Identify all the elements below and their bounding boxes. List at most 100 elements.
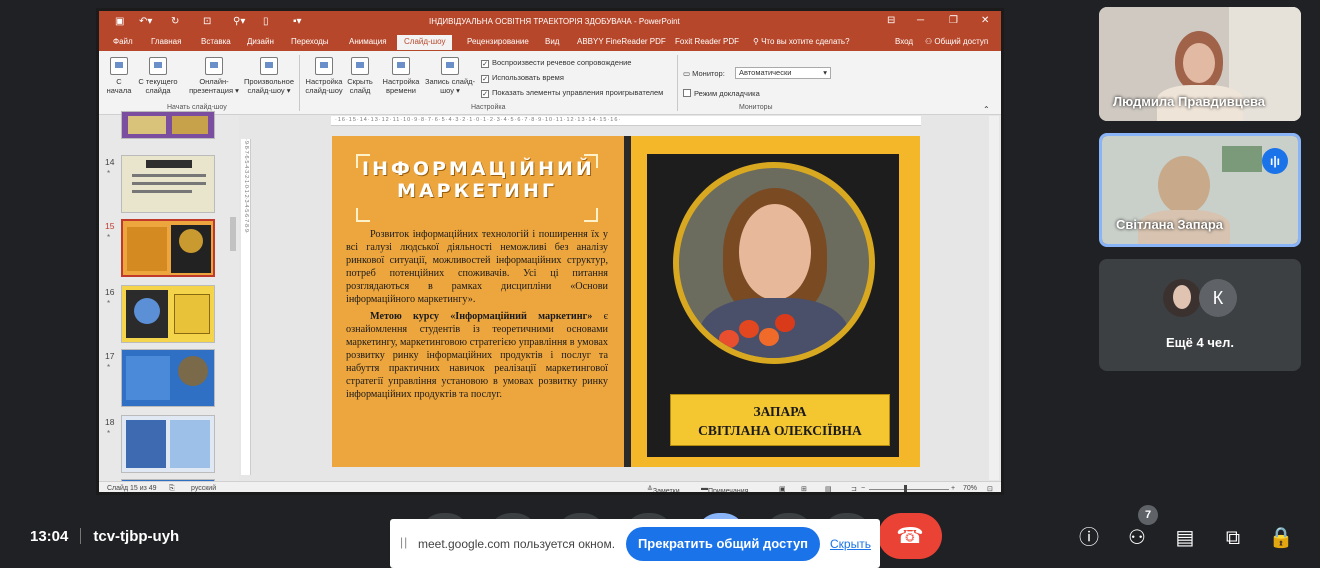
tab-design[interactable]: Дизайн xyxy=(247,37,274,46)
redo-icon[interactable]: ↻ xyxy=(171,16,179,27)
editor-scrollbar[interactable] xyxy=(989,116,999,480)
comments-button[interactable]: ▬ Примечания xyxy=(701,485,748,492)
reading-view-icon[interactable]: ▤ xyxy=(825,485,832,492)
share-button[interactable]: ⚇ Общий доступ xyxy=(925,37,988,46)
save-icon[interactable]: ▣ xyxy=(115,16,124,27)
close-icon[interactable]: ✕ xyxy=(981,15,989,26)
presenter-name-box: ЗАПАРА СВІТЛАНА ОЛЕКСІЇВНА xyxy=(670,394,890,446)
participant-tile-2-speaking[interactable]: ı|ı Світлана Запара xyxy=(1099,133,1301,247)
ribbon-divider xyxy=(299,55,300,111)
tab-review[interactable]: Рецензирование xyxy=(467,37,529,46)
tab-foxit[interactable]: Foxit Reader PDF xyxy=(675,37,739,46)
notes-button[interactable]: ≙ Заметки xyxy=(647,485,680,492)
zoom-out-icon[interactable]: − xyxy=(861,485,865,492)
participant-name: Людмила Правдивцева xyxy=(1113,94,1266,109)
info-icon[interactable]: ⓘ xyxy=(1074,523,1104,553)
ribbon-tabs: Файл Главная Вставка Дизайн Переходы Ани… xyxy=(99,33,1001,51)
thumbnail-17[interactable] xyxy=(121,349,215,407)
setup-icon xyxy=(315,57,333,75)
ppt-status-bar: Слайд 15 из 49 ⎘ русский ≙ Заметки ▬ При… xyxy=(99,481,1001,492)
audio-wave-icon: ı|ı xyxy=(1262,148,1288,174)
tell-me-search[interactable]: ⚲ Что вы хотите сделать? xyxy=(753,37,850,46)
fit-slide-icon[interactable]: ⊡ xyxy=(987,485,993,492)
more-participants-label: Ещё 4 чел. xyxy=(1166,335,1234,350)
stop-sharing-button[interactable]: Прекратить общий доступ xyxy=(626,527,820,561)
tab-animation[interactable]: Анимация xyxy=(349,37,387,46)
undo-icon[interactable]: ↶▾ xyxy=(139,16,152,27)
zoom-slider-knob[interactable] xyxy=(904,485,907,492)
thumbnail-16[interactable] xyxy=(121,285,215,343)
chat-icon[interactable]: ▤ xyxy=(1170,523,1200,553)
thumbnail-15-selected[interactable] xyxy=(121,219,215,277)
people-icon[interactable]: ⚇ xyxy=(1122,523,1152,553)
hang-up-button[interactable]: ☎ xyxy=(878,513,942,559)
from-start-button[interactable]: Сначала xyxy=(105,57,133,95)
rehearse-timings-button[interactable]: Настройка времени xyxy=(379,57,423,95)
meeting-code[interactable]: tcv-tjbp-uyh xyxy=(93,528,179,545)
zoom-in-icon[interactable]: + xyxy=(951,485,955,492)
hide-slide-button[interactable]: Скрыть слайд xyxy=(345,57,375,95)
participant-tile-1[interactable]: Людмила Правдивцева xyxy=(1099,7,1301,121)
scroll-thumb[interactable] xyxy=(230,217,236,251)
tab-home[interactable]: Главная xyxy=(151,37,181,46)
customize-icon[interactable]: ▪▾ xyxy=(293,16,302,27)
monitor-icon-label: ▭ Монитор: xyxy=(683,69,725,78)
slide-title: ІНФОРМАЦІЙНИЙ МАРКЕТИНГ xyxy=(362,158,595,202)
ribbon-options-icon[interactable]: ⊟ xyxy=(887,15,895,26)
drag-handle-icon[interactable]: || xyxy=(400,535,408,549)
tell-me-text: Что вы хотите сделать? xyxy=(761,37,850,46)
collapse-ribbon-icon[interactable]: ⌃ xyxy=(983,105,990,114)
language-indicator[interactable]: русский xyxy=(191,485,216,492)
narration-checkbox[interactable]: ✓ Воспроизвести речевое сопровождение xyxy=(481,58,631,68)
slide-paragraph-2: Метою курсу «Інформаційний маркетинг» є … xyxy=(346,311,609,400)
new-doc-icon[interactable]: ▯ xyxy=(263,16,269,27)
more-participants-tile[interactable]: К Ещё 4 чел. xyxy=(1099,259,1301,371)
tab-file[interactable]: Файл xyxy=(113,37,133,46)
login-link[interactable]: Вход xyxy=(895,37,913,46)
timings-checkbox[interactable]: ✓ Использовать время xyxy=(481,73,564,83)
participant-avatar: К xyxy=(1199,279,1237,317)
thumbnail-13[interactable] xyxy=(121,111,215,139)
activities-icon[interactable]: ⧉ xyxy=(1218,523,1248,553)
chevron-down-icon: ▾ xyxy=(823,68,827,77)
player-controls-checkbox[interactable]: ✓ Показать элементы управления проигрыват… xyxy=(481,88,663,98)
thumbnail-18[interactable] xyxy=(121,415,215,473)
restore-icon[interactable]: ❐ xyxy=(949,15,958,26)
frame-corner xyxy=(356,208,370,222)
zoom-slider[interactable] xyxy=(869,489,949,490)
people-count-badge: 7 xyxy=(1138,505,1158,525)
slideshow-view-icon[interactable]: ⊐ xyxy=(851,485,857,492)
frame-corner xyxy=(584,208,598,222)
tab-insert[interactable]: Вставка xyxy=(201,37,231,46)
tab-abbyy[interactable]: ABBYY FineReader PDF xyxy=(577,37,666,46)
tab-view[interactable]: Вид xyxy=(545,37,559,46)
current-slide[interactable]: ІНФОРМАЦІЙНИЙ МАРКЕТИНГ Розвиток інформа… xyxy=(332,136,920,467)
play-current-icon xyxy=(149,57,167,75)
record-slideshow-button[interactable]: Запись слайд-шоу ▾ xyxy=(423,57,477,95)
setup-slideshow-button[interactable]: Настройка слайд-шоу xyxy=(303,57,345,95)
portrait-photo xyxy=(679,168,869,358)
minimize-icon[interactable]: ─ xyxy=(917,15,924,26)
slide-thumbnails-pane: 14 * 15 * 16 * 17 * 18 * xyxy=(99,111,239,491)
host-controls-icon[interactable]: 🔒 xyxy=(1266,523,1296,553)
from-current-button[interactable]: С текущего слайда xyxy=(135,57,181,95)
microphone-icon[interactable]: ⚲▾ xyxy=(233,16,245,27)
monitor-select[interactable]: Автоматически ▾ xyxy=(735,67,831,79)
slide-sorter-icon[interactable]: ⊞ xyxy=(801,485,807,492)
presenter-view-checkbox[interactable]: Режим докладчика xyxy=(683,89,760,98)
custom-slideshow-button[interactable]: Произвольное слайд-шоу ▾ xyxy=(241,57,297,95)
hide-bar-link[interactable]: Скрыть xyxy=(830,537,871,551)
online-presentation-button[interactable]: Онлайн-презентация ▾ xyxy=(187,57,241,95)
thumbnail-14[interactable] xyxy=(121,155,215,213)
normal-view-icon[interactable]: ▣ xyxy=(779,485,786,492)
spellcheck-icon[interactable]: ⎘ xyxy=(169,485,175,492)
play-slide-icon xyxy=(110,57,128,75)
zoom-level[interactable]: 70% xyxy=(963,485,977,492)
slideshow-icon[interactable]: ⊡ xyxy=(203,16,211,27)
slide-body-text: Розвиток інформаційних технологій і поши… xyxy=(346,228,608,401)
tab-transitions[interactable]: Переходы xyxy=(291,37,329,46)
group-label-setup: Настройка xyxy=(471,104,506,111)
tab-slideshow[interactable]: Слайд-шоу xyxy=(397,35,453,50)
thumbnails-scrollbar[interactable] xyxy=(228,117,238,479)
sharing-message: meet.google.com пользуется окном. xyxy=(418,537,616,551)
